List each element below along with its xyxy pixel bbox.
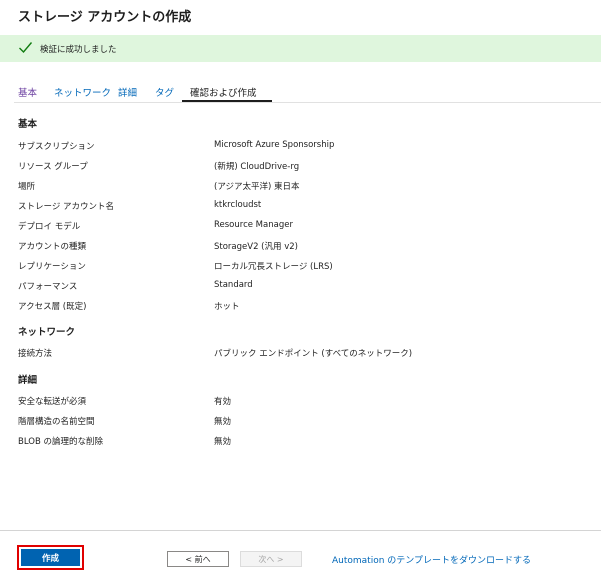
section-advanced-header: 詳細: [18, 375, 38, 386]
row-label: 接続方法: [18, 349, 53, 359]
row-label: BLOB の論理的な削除: [18, 437, 103, 447]
row-label: パフォーマンス: [18, 282, 78, 292]
row-label: 階層構造の名前空間: [18, 417, 95, 427]
tabs-divider: [14, 102, 601, 103]
page-title: ストレージ アカウントの作成: [18, 10, 192, 25]
tab-basics[interactable]: 基本: [18, 80, 54, 102]
download-template-link[interactable]: Automation のテンプレートをダウンロードする: [332, 553, 531, 566]
row-value: ローカル冗長ストレージ (LRS): [214, 262, 333, 272]
banner-text: 検証に成功しました: [40, 45, 117, 55]
previous-button[interactable]: < 前へ: [167, 551, 229, 567]
next-button[interactable]: 次へ >: [240, 551, 302, 567]
create-button[interactable]: 作成: [21, 549, 80, 566]
row-value: 無効: [214, 437, 232, 447]
row-value: Resource Manager: [214, 220, 293, 230]
row-label: 安全な転送が必須: [18, 397, 87, 407]
row-value: パブリック エンドポイント (すべてのネットワーク): [214, 349, 413, 359]
row-value: 有効: [214, 397, 232, 407]
section-network-header: ネットワーク: [18, 327, 76, 338]
row-value: (アジア太平洋) 東日本: [214, 182, 300, 192]
check-icon: [19, 42, 33, 54]
row-label: デプロイ モデル: [18, 222, 81, 232]
tab-review-create[interactable]: 確認および作成: [182, 80, 272, 102]
tab-tags[interactable]: タグ: [155, 80, 182, 102]
create-button-highlight: 作成: [17, 545, 84, 570]
footer-divider: [0, 530, 601, 531]
row-label: リソース グループ: [18, 162, 88, 172]
row-label: レプリケーション: [18, 262, 86, 272]
row-label: アカウントの種類: [18, 242, 87, 252]
row-value: Microsoft Azure Sponsorship: [214, 140, 335, 150]
section-basics-header: 基本: [18, 119, 38, 130]
row-value: ktkrcloudst: [214, 200, 262, 210]
row-value: Standard: [214, 280, 253, 290]
row-label: 場所: [18, 182, 36, 192]
row-label: アクセス層 (既定): [18, 302, 87, 312]
tab-network[interactable]: ネットワーク: [54, 80, 118, 102]
row-value: StorageV2 (汎用 v2): [214, 242, 298, 252]
row-label: サブスクリプション: [18, 142, 95, 152]
row-value: ホット: [214, 302, 240, 312]
tab-advanced[interactable]: 詳細: [118, 80, 155, 102]
success-banner: 検証に成功しました: [0, 35, 601, 62]
row-value: 無効: [214, 417, 232, 427]
row-value: (新規) CloudDrive-rg: [214, 162, 300, 172]
tab-bar: 基本 ネットワーク 詳細 タグ 確認および作成: [18, 80, 272, 102]
row-label: ストレージ アカウント名: [18, 202, 115, 212]
